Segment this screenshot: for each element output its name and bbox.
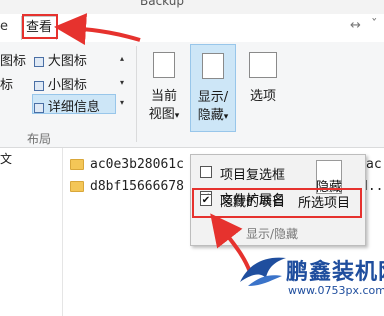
arrow-to-view-tab [54, 13, 141, 46]
eagle-logo-icon [240, 257, 286, 286]
watermark-url: www.0753px.com [288, 284, 384, 297]
watermark-brand: 鹏鑫装机网 [286, 260, 384, 285]
watermark: 鹏鑫装机网 www.0753px.com [236, 252, 384, 316]
